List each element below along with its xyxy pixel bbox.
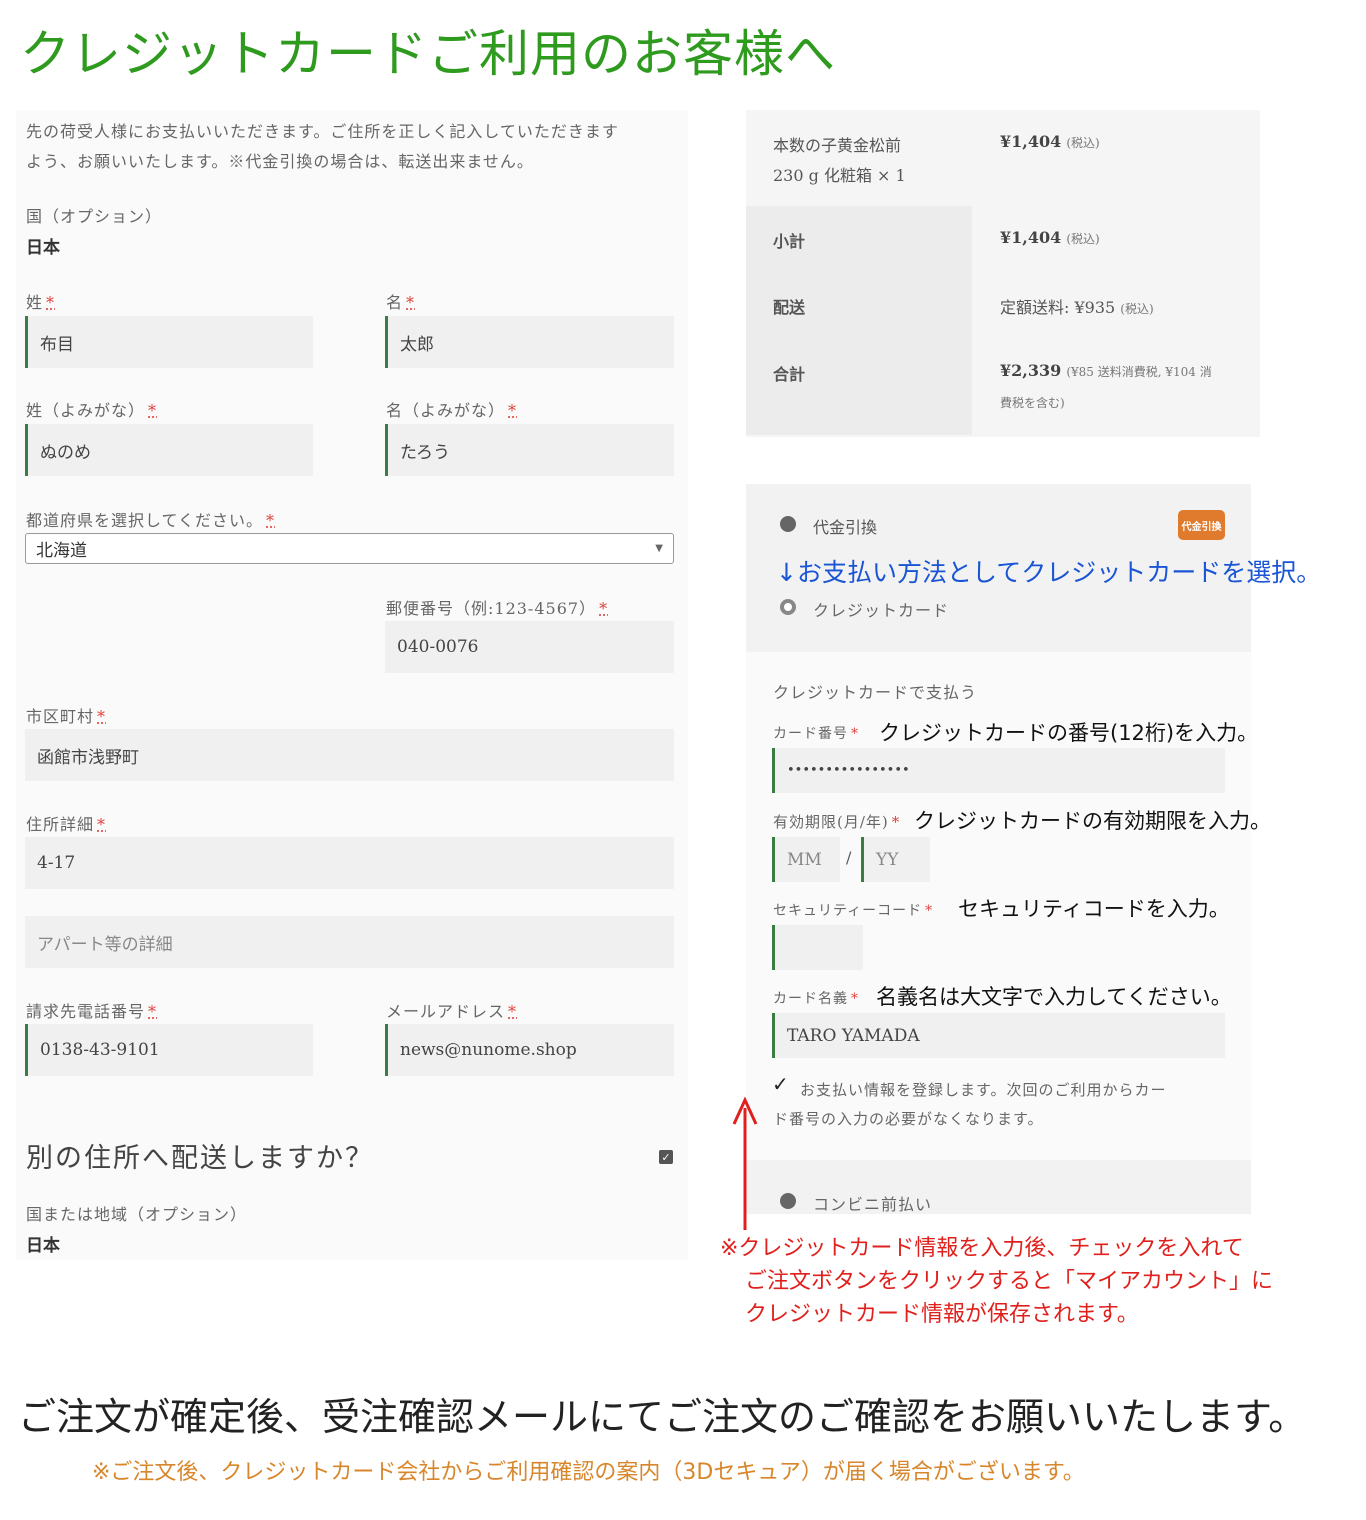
phone-input[interactable]: 0138-43-9101 [25,1024,313,1076]
card-name-input[interactable]: TARO YAMADA [772,1013,1225,1058]
address-input[interactable]: 4-17 [25,837,674,889]
annotation-expiry: クレジットカードの有効期限を入力。 [914,809,1271,833]
postcode-label: 郵便番号（例:123-4567） * [386,599,609,618]
card-number-label: カード番号 * [773,726,859,742]
chevron-down-icon: ▼ [655,543,663,554]
annotation-card-number: クレジットカードの番号(12桁)を入力。 [879,721,1259,745]
postcode-input[interactable]: 040-0076 [385,621,674,673]
security-code-input[interactable] [772,925,863,970]
save-payment-text-line1: お支払い情報を登録します。次回のご利用からカー [800,1081,1167,1099]
last-name-label: 姓 * [26,293,56,312]
item-name-line2: 230 g 化粧箱 × 1 [773,166,906,185]
subtotal-label: 小計 [773,232,806,251]
konbini-radio[interactable] [780,1193,796,1209]
footer-note: ※ご注文後、クレジットカード会社からご利用確認の案内（3Dセキュア）が届く場合が… [92,1460,1085,1485]
city-label: 市区町村 * [26,707,107,726]
expiry-label: 有効期限(月/年) * [773,813,901,831]
address2-input[interactable]: アパート等の詳細 [25,916,674,968]
item-name-line1: 本数の子黄金松前 [773,136,902,155]
first-kana-label: 名（よみがな） * [386,401,518,420]
annotation-card-name: 名義名は大文字で入力してください。 [876,985,1232,1009]
annotation-save-line2: ご注文ボタンをクリックすると「マイアカウント」に [745,1269,1274,1294]
billing-notice-line2: よう、お願いいたします。※代金引換の場合は、転送出来ません。 [26,152,534,171]
save-payment-checkbox[interactable]: ✓ [772,1072,789,1096]
ship-different-heading: 別の住所へ配送しますか？ [26,1143,374,1174]
credit-card-label[interactable]: クレジットカード [813,597,949,621]
total-note-line2: 費税を含む) [1000,396,1065,410]
billing-notice-line1: 先の荷受人様にお支払いいただきます。ご住所を正しく記入していただきます [26,122,619,141]
first-name-label: 名 * [386,293,416,312]
cod-label[interactable]: 代金引換 [813,514,877,538]
address-label: 住所詳細 * [26,815,107,834]
city-input[interactable]: 函館市浅野町 [25,729,674,781]
annotation-security: セキュリティコードを入力。 [958,897,1230,921]
shipping-value: 定額送料: ¥935 (税込) [1000,298,1154,317]
security-code-label: セキュリティーコード * [773,903,934,919]
footer-main: ご注文が確定後、受注確認メールにてご注文のご確認をお願いいたします。 [18,1395,1307,1439]
total-label: 合計 [773,365,806,384]
email-label: メールアドレス * [386,1002,518,1021]
phone-label: 請求先電話番号 * [26,1002,158,1021]
country-value: 日本 [26,238,60,258]
total-value: ¥2,339 (¥85 送料消費税, ¥104 消 [1000,361,1212,380]
expiry-year-input[interactable]: YY [861,837,930,882]
prefecture-label: 都道府県を選択してください。 * [26,511,276,530]
page-title: クレジットカードご利用のお客様へ [20,25,836,83]
email-input[interactable]: news@nunome.shop [385,1024,674,1076]
konbini-label[interactable]: コンビニ前払い [813,1191,932,1215]
credit-card-radio[interactable] [780,599,796,615]
annotation-select-credit: ↓お支払い方法としてクレジットカードを選択。 [776,558,1322,587]
last-name-input[interactable]: 布目 [25,316,313,368]
country-label: 国（オプション） [26,207,163,226]
annotation-save-line3: クレジットカード情報が保存されます。 [745,1302,1139,1327]
annotation-save-line1: ※クレジットカード情報を入力後、チェックを入れて [720,1236,1244,1261]
prefecture-select[interactable]: 北海道 ▼ [25,533,674,564]
cod-radio[interactable] [780,516,796,532]
item-price: ¥1,404 (税込) [1000,132,1100,151]
shipping-label: 配送 [773,298,806,317]
first-name-input[interactable]: 太郎 [385,316,674,368]
card-name-label: カード名義 * [773,991,859,1007]
expiry-month-input[interactable]: MM [772,837,840,882]
expiry-separator: / [846,848,852,867]
billing-panel [16,110,688,1260]
credit-heading: クレジットカードで支払う [773,683,978,702]
red-arrow-icon [732,1096,758,1230]
subtotal-value: ¥1,404 (税込) [1000,228,1100,247]
shipping-country-label: 国または地域（オプション） [26,1205,248,1224]
card-number-input[interactable]: •••••••••••••••• [772,748,1225,793]
last-kana-input[interactable]: ぬのめ [25,424,313,476]
cod-badge-icon: 代金引換 [1178,510,1225,540]
first-kana-input[interactable]: たろう [385,424,674,476]
save-payment-text-line2: ド番号の入力の必要がなくなります。 [773,1110,1044,1128]
shipping-country-value: 日本 [26,1236,60,1256]
ship-different-checkbox[interactable]: ✓ [659,1150,673,1164]
last-kana-label: 姓（よみがな） * [26,401,158,420]
